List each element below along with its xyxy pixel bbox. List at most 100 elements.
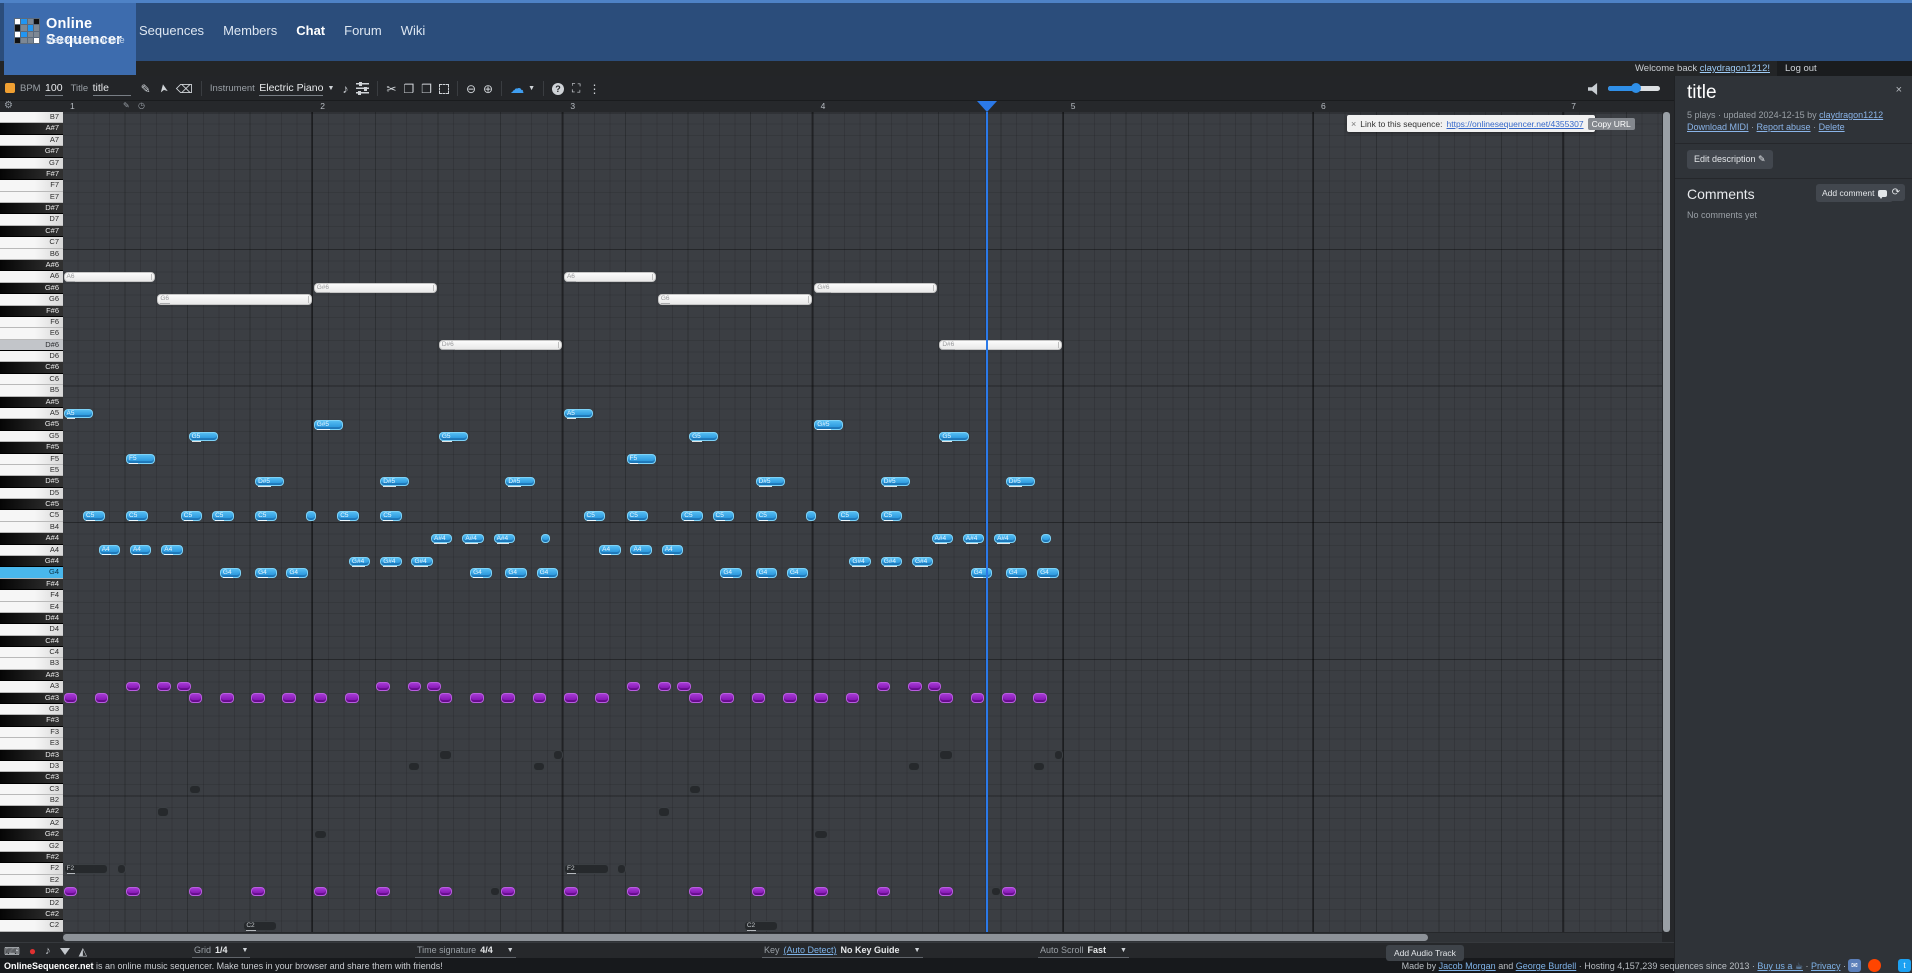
note-G#3[interactable] (189, 693, 203, 702)
note-G#5[interactable]: G#5 (814, 420, 843, 429)
note-A#4[interactable] (541, 534, 551, 543)
note-A3[interactable] (877, 682, 891, 691)
playhead-marker[interactable] (977, 101, 997, 112)
piano-key-G3[interactable]: G3 (0, 704, 63, 715)
piano-key-C#3[interactable]: C#3 (0, 772, 63, 783)
report-abuse-link[interactable]: Report abuse (1757, 122, 1811, 132)
key-select[interactable]: Key (Auto Detect) No Key Guide ▼ (762, 944, 923, 958)
instrument-caret-icon[interactable]: ▼ (327, 85, 334, 92)
zoom-in-icon[interactable]: ⊕ (483, 82, 493, 96)
note-A#2[interactable] (658, 807, 670, 816)
note-G#3[interactable] (814, 693, 828, 702)
piano-key-E5[interactable]: E5 (0, 465, 63, 476)
note-G5[interactable]: G5 (689, 432, 718, 441)
note-D#2[interactable] (1002, 887, 1016, 896)
piano-key-G7[interactable]: G7 (0, 158, 63, 169)
note-G5[interactable]: G5 (189, 432, 218, 441)
edit-description-button[interactable]: Edit description ✎ (1687, 150, 1773, 169)
instrument-select[interactable]: Electric Piano (259, 82, 323, 96)
cut-icon[interactable]: ✂ (386, 82, 396, 96)
privacy-link[interactable]: Privacy (1811, 961, 1841, 971)
logout-button[interactable]: Log out (1777, 61, 1912, 76)
note-D#2[interactable] (439, 887, 453, 896)
note-C3[interactable] (189, 785, 201, 794)
note-A#4[interactable]: A#4 (494, 534, 515, 543)
note-C5[interactable]: C5 (756, 511, 777, 520)
note-D#2[interactable] (627, 887, 641, 896)
note-D#2[interactable] (64, 887, 78, 896)
note-G#3[interactable] (595, 693, 609, 702)
note-A#4[interactable]: A#4 (462, 534, 483, 543)
piano-key-F5[interactable]: F5 (0, 454, 63, 465)
filter-icon[interactable] (60, 948, 70, 955)
note-A4[interactable]: A4 (161, 545, 182, 554)
note-G#3[interactable] (95, 693, 109, 702)
note-D#5[interactable]: D#5 (756, 477, 785, 486)
note-C5[interactable] (306, 511, 316, 520)
record-icon[interactable]: ● (29, 944, 36, 958)
note-C5[interactable]: C5 (212, 511, 233, 520)
note-D#2[interactable] (814, 887, 828, 896)
piano-key-A#5[interactable]: A#5 (0, 397, 63, 408)
note-C5[interactable]: C5 (584, 511, 605, 520)
refresh-comments-button[interactable]: ⟳ (1887, 184, 1905, 201)
bpm-input[interactable]: 100 (45, 82, 63, 96)
sidebar-close-icon[interactable]: × (1896, 84, 1902, 96)
note-D#2[interactable] (189, 887, 203, 896)
piano-key-E7[interactable]: E7 (0, 192, 63, 203)
note-G#2[interactable] (814, 830, 828, 839)
metronome-icon[interactable]: ◭ (79, 945, 87, 958)
note-F2[interactable] (117, 864, 126, 873)
toast-close-icon[interactable]: × (1351, 119, 1356, 129)
note-A3[interactable] (157, 682, 171, 691)
time-signature-select[interactable]: Time signature 4/4 ▼ (415, 944, 516, 958)
piano-key-E3[interactable]: E3 (0, 738, 63, 749)
edit-icon[interactable]: ✎ (141, 82, 151, 96)
note-G#6[interactable]: G#6 (814, 283, 937, 293)
horizontal-scrollbar[interactable] (63, 933, 1662, 942)
piano-key-B6[interactable]: B6 (0, 249, 63, 260)
note-D#2[interactable] (689, 887, 703, 896)
note-D#5[interactable]: D#5 (255, 477, 284, 486)
note-D3[interactable] (908, 762, 920, 771)
note-C5[interactable]: C5 (83, 511, 104, 520)
note-A3[interactable] (126, 682, 140, 691)
mixer-sliders-icon[interactable] (356, 83, 369, 94)
note-A3[interactable] (427, 682, 441, 691)
note-G4[interactable]: G4 (787, 568, 808, 577)
piano-key-F#7[interactable]: F#7 (0, 169, 63, 180)
piano-key-G4[interactable]: G4 (0, 567, 63, 578)
piano-key-D#7[interactable]: D#7 (0, 203, 63, 214)
note-G#4[interactable]: G#4 (849, 557, 870, 566)
note-G#4[interactable]: G#4 (881, 557, 902, 566)
note-G4[interactable]: G4 (505, 568, 526, 577)
note-G4[interactable]: G4 (720, 568, 741, 577)
piano-key-G#3[interactable]: G#3 (0, 693, 63, 704)
marquee-select-icon[interactable] (439, 84, 449, 94)
note-A3[interactable] (376, 682, 390, 691)
piano-key-F6[interactable]: F6 (0, 317, 63, 328)
note-G#5[interactable]: G#5 (314, 420, 343, 429)
note-G#3[interactable] (689, 693, 703, 702)
note-G4[interactable]: G4 (255, 568, 276, 577)
note-G#3[interactable] (752, 693, 766, 702)
piano-key-C4[interactable]: C4 (0, 647, 63, 658)
title-input[interactable]: title (93, 82, 131, 96)
note-A3[interactable] (677, 682, 691, 691)
uploader-link[interactable]: claydragon1212 (1819, 110, 1883, 120)
piano-key-D7[interactable]: D7 (0, 214, 63, 225)
piano-key-A#7[interactable]: A#7 (0, 123, 63, 134)
midi-input-icon[interactable]: ♪ (45, 945, 51, 957)
note-D#5[interactable]: D#5 (881, 477, 910, 486)
note-A3[interactable] (658, 682, 672, 691)
piano-key-G#7[interactable]: G#7 (0, 146, 63, 157)
note-F2[interactable]: F2 (64, 864, 109, 873)
piano-key-D3[interactable]: D3 (0, 761, 63, 772)
nav-link-wiki[interactable]: Wiki (401, 23, 426, 38)
piano-key-A6[interactable]: A6 (0, 271, 63, 282)
note-D#2[interactable] (939, 887, 953, 896)
note-G#3[interactable] (1002, 693, 1016, 702)
note-A4[interactable]: A4 (662, 545, 683, 554)
key-auto-detect-link[interactable]: (Auto Detect) (784, 945, 837, 955)
note-G#3[interactable] (64, 693, 78, 702)
